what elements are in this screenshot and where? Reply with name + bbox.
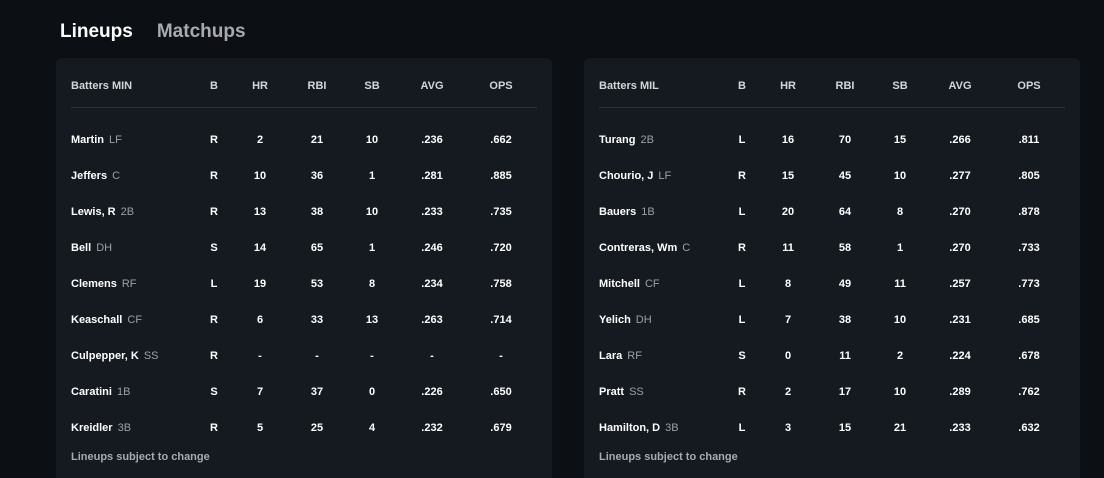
player-name[interactable]: Mitchell: [599, 278, 640, 290]
player-position: SS: [143, 350, 159, 362]
tab-lineups[interactable]: Lineups: [60, 20, 133, 44]
player-position: C: [682, 242, 691, 254]
player-position: DH: [635, 314, 652, 326]
table-row: Caratini 1B S 7 37 0.226.650: [71, 386, 512, 398]
table-row: Hamilton, D 3B L 3 15 21.233.632: [599, 422, 1040, 434]
batter-name-cell: Clemens RF: [71, 278, 137, 290]
table-row: Lewis, R 2B R 13 38 10.233.735: [71, 206, 512, 218]
player-position: RF: [627, 350, 642, 362]
batter-name-cell: Hamilton, D 3B: [599, 422, 679, 434]
player-position: 3B: [117, 422, 132, 434]
batter-name-cell: Turang 2B: [599, 134, 654, 146]
batter-name-cell: Bell DH: [71, 242, 112, 254]
batter-name-cell: Chourio, J LF: [599, 170, 671, 182]
table-row: Clemens RF L 19 53 8.234.758: [71, 278, 512, 290]
table-row: Bauers 1B L 20 64 8.270.878: [599, 206, 1040, 218]
player-name[interactable]: Yelich: [599, 314, 631, 326]
batter-name-cell: Caratini 1B: [71, 386, 130, 398]
batter-name-cell: Bauers 1B: [599, 206, 655, 218]
player-name[interactable]: Turang: [599, 134, 635, 146]
player-name[interactable]: Culpepper, K: [71, 350, 139, 362]
lineup-disclaimer: Lineups subject to change: [71, 451, 210, 463]
player-name[interactable]: Bell: [71, 242, 91, 254]
player-position: LF: [658, 170, 672, 182]
batter-name-cell: Pratt SS: [599, 386, 644, 398]
batter-name-cell: Kreidler 3B: [71, 422, 131, 434]
player-name[interactable]: Lara: [599, 350, 622, 362]
table-row: Turang 2B L 16 70 15.266.811: [599, 134, 1040, 146]
batter-name-cell: Martin LF: [71, 134, 122, 146]
player-position: DH: [96, 242, 113, 254]
lineup-disclaimer: Lineups subject to change: [599, 451, 738, 463]
table-row: Yelich DH L 7 38 10.231.685: [599, 314, 1040, 326]
table-row: Bell DH S 14 65 1.246.720: [71, 242, 512, 254]
table-row: Martin LF R 2 21 10.236.662: [71, 134, 512, 146]
player-name[interactable]: Clemens: [71, 278, 117, 290]
player-name[interactable]: Contreras, Wm: [599, 242, 677, 254]
player-position: 1B: [116, 386, 131, 398]
player-position: CF: [644, 278, 660, 290]
player-position: RF: [121, 278, 137, 290]
lineup-panel-mil: Batters MIL B HR RBI SB AVG OPS Turang 2B L 16 70 15…: [584, 58, 1080, 478]
table-row: Contreras, Wm C R 11 58 1.270.733: [599, 242, 1040, 254]
team-batters-header: Batters MIN: [71, 80, 133, 92]
table-row: Chourio, J LF R 15 45 10.277.805: [599, 170, 1040, 182]
table-row: Lara RF S 0 11 2.224.678: [599, 350, 1040, 362]
tab-matchups[interactable]: Matchups: [157, 20, 246, 44]
batter-name-cell: Yelich DH: [599, 314, 652, 326]
player-name[interactable]: Pratt: [599, 386, 624, 398]
batter-name-cell: Mitchell CF: [599, 278, 660, 290]
player-position: C: [112, 170, 121, 182]
batter-name-cell: Jeffers C: [71, 170, 120, 182]
player-name[interactable]: Keaschall: [71, 314, 122, 326]
tab-bar: Lineups Matchups: [60, 20, 246, 44]
table-row: Keaschall CF R 6 33 13.263.714: [71, 314, 512, 326]
player-position: SS: [629, 386, 644, 398]
batter-name-cell: Contreras, Wm C: [599, 242, 690, 254]
table-row: Kreidler 3B R 5 25 4.232.679: [71, 422, 512, 434]
batter-name-cell: Lara RF: [599, 350, 642, 362]
batter-name-cell: Keaschall CF: [71, 314, 142, 326]
player-name[interactable]: Lewis, R: [71, 206, 116, 218]
player-name[interactable]: Jeffers: [71, 170, 107, 182]
player-position: 2B: [120, 206, 135, 218]
table-row: Mitchell CF L 8 49 11.257.773: [599, 278, 1040, 290]
player-name[interactable]: Caratini: [71, 386, 112, 398]
team-batters-header: Batters MIL: [599, 80, 659, 92]
player-name[interactable]: Chourio, J: [599, 170, 653, 182]
player-name[interactable]: Martin: [71, 134, 104, 146]
player-position: LF: [109, 134, 122, 146]
player-position: CF: [127, 314, 143, 326]
batter-name-cell: Culpepper, K SS: [71, 350, 159, 362]
table-header: Batters MIN B HR RBI SB AVG OPS: [71, 58, 537, 108]
player-position: 2B: [640, 134, 654, 146]
player-position: 3B: [665, 422, 679, 434]
table-row: Pratt SS R 2 17 10.289.762: [599, 386, 1040, 398]
table-row: Jeffers C R 10 36 1.281.885: [71, 170, 512, 182]
player-name[interactable]: Kreidler: [71, 422, 113, 434]
lineup-panel-min: Batters MIN B HR RBI SB AVG OPS Martin LF R 2 21 10.…: [56, 58, 552, 478]
player-name[interactable]: Bauers: [599, 206, 636, 218]
player-name[interactable]: Hamilton, D: [599, 422, 660, 434]
player-position: 1B: [641, 206, 655, 218]
table-row: Culpepper, K SS R - - - - -: [71, 350, 503, 362]
table-header: Batters MIL B HR RBI SB AVG OPS: [599, 58, 1065, 108]
batter-name-cell: Lewis, R 2B: [71, 206, 134, 218]
